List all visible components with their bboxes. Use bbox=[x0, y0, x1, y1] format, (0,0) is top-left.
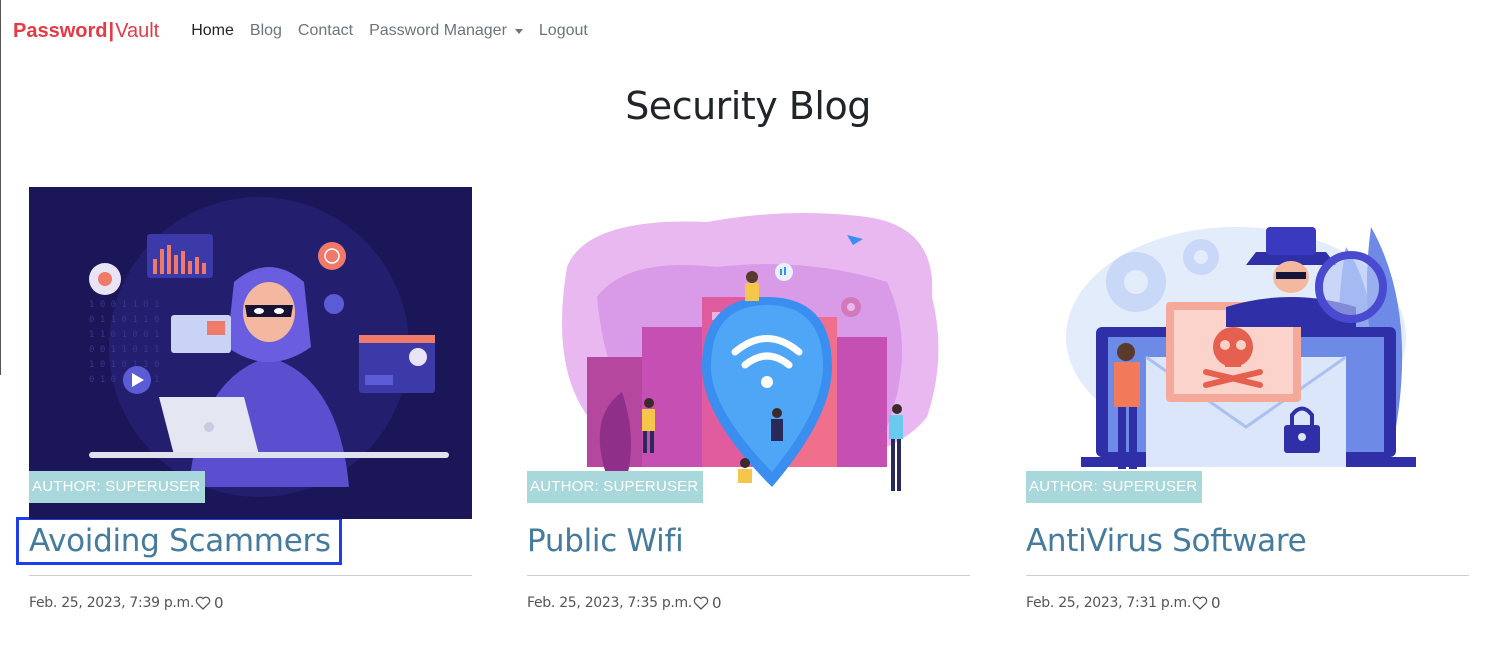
post-image[interactable]: AUTHOR: SUPERUSER bbox=[1026, 187, 1469, 519]
post-date: Feb. 25, 2023, 7:35 p.m. bbox=[527, 595, 693, 611]
public-wifi-illustration-icon bbox=[527, 187, 970, 519]
nav-blog[interactable]: Blog bbox=[242, 22, 290, 40]
svg-text:1 0 0 1 1 0 1: 1 0 0 1 1 0 1 bbox=[89, 300, 159, 310]
post-meta: Feb. 25, 2023, 7:35 p.m. 0 bbox=[527, 594, 970, 612]
heart-icon[interactable] bbox=[693, 596, 709, 610]
nav-password-manager-dropdown[interactable]: Password Manager bbox=[361, 22, 531, 40]
page-title: Security Blog bbox=[625, 84, 871, 128]
post-meta: Feb. 25, 2023, 7:39 p.m. 0 bbox=[29, 594, 472, 612]
brand-separator: | bbox=[108, 19, 115, 42]
svg-text:0 0 1 1 0 1 1: 0 0 1 1 0 1 1 bbox=[89, 345, 159, 355]
hacker-illustration-icon: 1 0 0 1 1 0 1 0 1 1 0 1 1 0 1 1 0 1 0 0 1… bbox=[29, 187, 472, 519]
post-title-link[interactable]: Avoiding Scammers bbox=[16, 517, 342, 565]
caret-down-icon bbox=[514, 28, 523, 34]
blog-card: AUTHOR: SUPERUSER Public Wifi Feb. 25, 2… bbox=[527, 187, 970, 612]
nav-logout[interactable]: Logout bbox=[531, 22, 596, 40]
post-meta: Feb. 25, 2023, 7:31 p.m. 0 bbox=[1026, 594, 1469, 612]
heart-icon[interactable] bbox=[1192, 596, 1208, 610]
blog-card: 1 0 0 1 1 0 1 0 1 1 0 1 1 0 1 1 0 1 0 0 1… bbox=[16, 187, 472, 612]
post-date: Feb. 25, 2023, 7:39 p.m. bbox=[29, 595, 195, 611]
antivirus-illustration-icon bbox=[1026, 187, 1469, 519]
post-image[interactable]: AUTHOR: SUPERUSER bbox=[527, 187, 970, 519]
author-badge: AUTHOR: SUPERUSER bbox=[29, 471, 206, 503]
author-badge: AUTHOR: SUPERUSER bbox=[1026, 471, 1203, 503]
like-count: 0 bbox=[1211, 594, 1221, 612]
card-divider bbox=[1026, 575, 1469, 576]
like-count: 0 bbox=[214, 594, 224, 612]
brand-part2: Vault bbox=[115, 19, 160, 42]
nav-contact[interactable]: Contact bbox=[290, 22, 361, 40]
svg-text:1 0 1 0 1 1 0: 1 0 1 0 1 1 0 bbox=[89, 360, 159, 370]
post-title-link[interactable]: AntiVirus Software bbox=[1026, 521, 1307, 561]
navbar: Password | Vault Home Blog Contact Passwor… bbox=[0, 0, 1496, 62]
card-divider bbox=[29, 575, 472, 576]
card-divider bbox=[527, 575, 970, 576]
like-count: 0 bbox=[712, 594, 722, 612]
svg-text:0 1 1 0 1 1 0: 0 1 1 0 1 1 0 bbox=[89, 315, 159, 325]
nav-home[interactable]: Home bbox=[183, 22, 242, 40]
post-date: Feb. 25, 2023, 7:31 p.m. bbox=[1026, 595, 1192, 611]
brand-part1: Password bbox=[13, 19, 108, 42]
brand-logo[interactable]: Password | Vault bbox=[13, 20, 159, 43]
heart-icon[interactable] bbox=[195, 596, 211, 610]
blog-card: AUTHOR: SUPERUSER AntiVirus Software Feb… bbox=[1026, 187, 1469, 612]
nav-password-manager-label: Password Manager bbox=[369, 22, 507, 39]
post-image[interactable]: 1 0 0 1 1 0 1 0 1 1 0 1 1 0 1 1 0 1 0 0 1… bbox=[29, 187, 472, 519]
post-title-link[interactable]: Public Wifi bbox=[527, 521, 684, 561]
author-badge: AUTHOR: SUPERUSER bbox=[527, 471, 704, 503]
nav-links: Home Blog Contact Password Manager Logou… bbox=[183, 22, 596, 40]
svg-text:1 1 0 1 0 0 1: 1 1 0 1 0 0 1 bbox=[89, 330, 159, 340]
